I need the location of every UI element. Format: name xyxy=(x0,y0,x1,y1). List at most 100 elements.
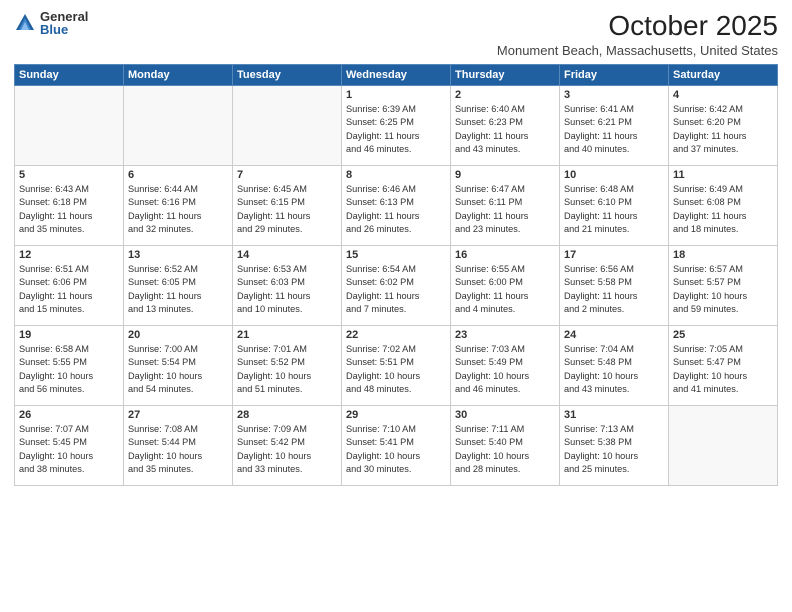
day-info: Sunrise: 6:53 AM Sunset: 6:03 PM Dayligh… xyxy=(237,263,337,316)
header-sunday: Sunday xyxy=(15,65,124,86)
header-friday: Friday xyxy=(560,65,669,86)
day-info: Sunrise: 6:47 AM Sunset: 6:11 PM Dayligh… xyxy=(455,183,555,236)
day-number: 3 xyxy=(564,89,664,101)
calendar: SundayMondayTuesdayWednesdayThursdayFrid… xyxy=(14,64,778,486)
calendar-cell: 20 Sunrise: 7:00 AM Sunset: 5:54 PM Dayli… xyxy=(124,326,233,406)
month-title: October 2025 xyxy=(497,10,778,42)
location-title: Monument Beach, Massachusetts, United St… xyxy=(497,43,778,58)
day-info: Sunrise: 7:11 AM Sunset: 5:40 PM Dayligh… xyxy=(455,423,555,476)
calendar-cell: 29 Sunrise: 7:10 AM Sunset: 5:41 PM Dayli… xyxy=(342,406,451,486)
calendar-cell: 25 Sunrise: 7:05 AM Sunset: 5:47 PM Dayli… xyxy=(669,326,778,406)
day-number: 20 xyxy=(128,329,228,341)
day-number: 25 xyxy=(673,329,773,341)
calendar-cell xyxy=(233,86,342,166)
calendar-cell xyxy=(669,406,778,486)
day-info: Sunrise: 6:55 AM Sunset: 6:00 PM Dayligh… xyxy=(455,263,555,316)
day-number: 15 xyxy=(346,249,446,261)
day-info: Sunrise: 6:51 AM Sunset: 6:06 PM Dayligh… xyxy=(19,263,119,316)
day-info: Sunrise: 6:54 AM Sunset: 6:02 PM Dayligh… xyxy=(346,263,446,316)
day-number: 30 xyxy=(455,409,555,421)
day-info: Sunrise: 7:08 AM Sunset: 5:44 PM Dayligh… xyxy=(128,423,228,476)
day-number: 11 xyxy=(673,169,773,181)
calendar-cell: 22 Sunrise: 7:02 AM Sunset: 5:51 PM Dayli… xyxy=(342,326,451,406)
calendar-cell xyxy=(15,86,124,166)
day-number: 2 xyxy=(455,89,555,101)
logo-icon xyxy=(14,12,36,34)
page: General Blue October 2025 Monument Beach… xyxy=(0,0,792,612)
day-number: 22 xyxy=(346,329,446,341)
day-info: Sunrise: 7:05 AM Sunset: 5:47 PM Dayligh… xyxy=(673,343,773,396)
calendar-cell: 18 Sunrise: 6:57 AM Sunset: 5:57 PM Dayli… xyxy=(669,246,778,326)
day-number: 17 xyxy=(564,249,664,261)
calendar-cell: 10Sunrise: 6:48 AM Sunset: 6:10 PM Dayli… xyxy=(560,166,669,246)
calendar-cell xyxy=(124,86,233,166)
day-number: 1 xyxy=(346,89,446,101)
day-info: Sunrise: 7:03 AM Sunset: 5:49 PM Dayligh… xyxy=(455,343,555,396)
header-thursday: Thursday xyxy=(451,65,560,86)
day-info: Sunrise: 7:10 AM Sunset: 5:41 PM Dayligh… xyxy=(346,423,446,476)
day-number: 12 xyxy=(19,249,119,261)
header-monday: Monday xyxy=(124,65,233,86)
day-info: Sunrise: 6:56 AM Sunset: 5:58 PM Dayligh… xyxy=(564,263,664,316)
day-number: 4 xyxy=(673,89,773,101)
day-number: 21 xyxy=(237,329,337,341)
day-number: 29 xyxy=(346,409,446,421)
calendar-cell: 21 Sunrise: 7:01 AM Sunset: 5:52 PM Dayli… xyxy=(233,326,342,406)
day-info: Sunrise: 6:39 AM Sunset: 6:25 PM Dayligh… xyxy=(346,103,446,156)
calendar-cell: 1 Sunrise: 6:39 AM Sunset: 6:25 PM Daylig… xyxy=(342,86,451,166)
calendar-cell: 3Sunrise: 6:41 AM Sunset: 6:21 PM Daylig… xyxy=(560,86,669,166)
day-number: 28 xyxy=(237,409,337,421)
header-wednesday: Wednesday xyxy=(342,65,451,86)
calendar-cell: 31 Sunrise: 7:13 AM Sunset: 5:38 PM Dayli… xyxy=(560,406,669,486)
day-info: Sunrise: 6:57 AM Sunset: 5:57 PM Dayligh… xyxy=(673,263,773,316)
calendar-cell: 14Sunrise: 6:53 AM Sunset: 6:03 PM Dayli… xyxy=(233,246,342,326)
calendar-cell: 15 Sunrise: 6:54 AM Sunset: 6:02 PM Dayli… xyxy=(342,246,451,326)
day-info: Sunrise: 6:48 AM Sunset: 6:10 PM Dayligh… xyxy=(564,183,664,236)
calendar-week-row: 26Sunrise: 7:07 AM Sunset: 5:45 PM Dayli… xyxy=(15,406,778,486)
day-info: Sunrise: 7:02 AM Sunset: 5:51 PM Dayligh… xyxy=(346,343,446,396)
calendar-cell: 9 Sunrise: 6:47 AM Sunset: 6:11 PM Daylig… xyxy=(451,166,560,246)
calendar-week-row: 5Sunrise: 6:43 AM Sunset: 6:18 PM Daylig… xyxy=(15,166,778,246)
calendar-cell: 11 Sunrise: 6:49 AM Sunset: 6:08 PM Dayli… xyxy=(669,166,778,246)
day-number: 16 xyxy=(455,249,555,261)
calendar-cell: 8 Sunrise: 6:46 AM Sunset: 6:13 PM Daylig… xyxy=(342,166,451,246)
day-info: Sunrise: 7:01 AM Sunset: 5:52 PM Dayligh… xyxy=(237,343,337,396)
day-info: Sunrise: 6:49 AM Sunset: 6:08 PM Dayligh… xyxy=(673,183,773,236)
calendar-cell: 17 Sunrise: 6:56 AM Sunset: 5:58 PM Dayli… xyxy=(560,246,669,326)
day-number: 19 xyxy=(19,329,119,341)
calendar-cell: 4 Sunrise: 6:42 AM Sunset: 6:20 PM Daylig… xyxy=(669,86,778,166)
header-tuesday: Tuesday xyxy=(233,65,342,86)
logo-blue-text: Blue xyxy=(40,23,88,36)
header: General Blue October 2025 Monument Beach… xyxy=(14,10,778,58)
calendar-cell: 16 Sunrise: 6:55 AM Sunset: 6:00 PM Dayli… xyxy=(451,246,560,326)
day-number: 24 xyxy=(564,329,664,341)
day-info: Sunrise: 7:13 AM Sunset: 5:38 PM Dayligh… xyxy=(564,423,664,476)
calendar-cell: 26Sunrise: 7:07 AM Sunset: 5:45 PM Dayli… xyxy=(15,406,124,486)
day-number: 9 xyxy=(455,169,555,181)
calendar-week-row: 19Sunrise: 6:58 AM Sunset: 5:55 PM Dayli… xyxy=(15,326,778,406)
logo-text: General Blue xyxy=(40,10,88,36)
calendar-cell: 7Sunrise: 6:45 AM Sunset: 6:15 PM Daylig… xyxy=(233,166,342,246)
day-number: 7 xyxy=(237,169,337,181)
calendar-cell: 23 Sunrise: 7:03 AM Sunset: 5:49 PM Dayli… xyxy=(451,326,560,406)
header-saturday: Saturday xyxy=(669,65,778,86)
calendar-cell: 27 Sunrise: 7:08 AM Sunset: 5:44 PM Dayli… xyxy=(124,406,233,486)
day-info: Sunrise: 6:42 AM Sunset: 6:20 PM Dayligh… xyxy=(673,103,773,156)
calendar-cell: 12 Sunrise: 6:51 AM Sunset: 6:06 PM Dayli… xyxy=(15,246,124,326)
day-number: 6 xyxy=(128,169,228,181)
calendar-cell: 6Sunrise: 6:44 AM Sunset: 6:16 PM Daylig… xyxy=(124,166,233,246)
calendar-cell: 13Sunrise: 6:52 AM Sunset: 6:05 PM Dayli… xyxy=(124,246,233,326)
day-number: 27 xyxy=(128,409,228,421)
calendar-cell: 24Sunrise: 7:04 AM Sunset: 5:48 PM Dayli… xyxy=(560,326,669,406)
day-number: 23 xyxy=(455,329,555,341)
calendar-cell: 2Sunrise: 6:40 AM Sunset: 6:23 PM Daylig… xyxy=(451,86,560,166)
day-info: Sunrise: 6:46 AM Sunset: 6:13 PM Dayligh… xyxy=(346,183,446,236)
day-number: 8 xyxy=(346,169,446,181)
calendar-cell: 5Sunrise: 6:43 AM Sunset: 6:18 PM Daylig… xyxy=(15,166,124,246)
day-number: 26 xyxy=(19,409,119,421)
day-number: 18 xyxy=(673,249,773,261)
calendar-week-row: 12 Sunrise: 6:51 AM Sunset: 6:06 PM Dayli… xyxy=(15,246,778,326)
day-info: Sunrise: 7:00 AM Sunset: 5:54 PM Dayligh… xyxy=(128,343,228,396)
title-block: October 2025 Monument Beach, Massachuset… xyxy=(497,10,778,58)
day-number: 31 xyxy=(564,409,664,421)
